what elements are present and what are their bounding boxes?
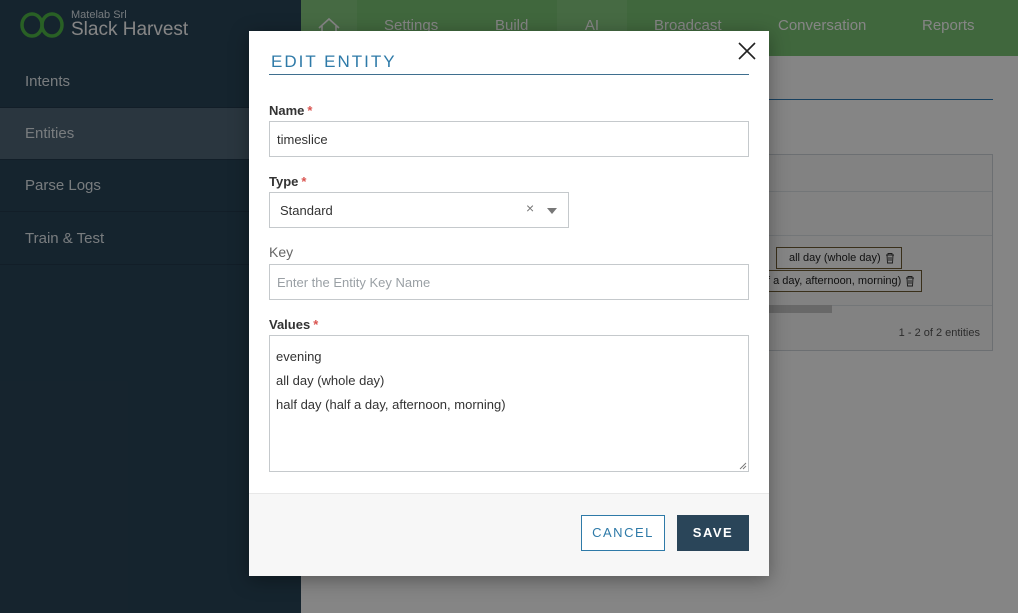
value-line: all day (whole day) xyxy=(276,373,385,388)
required-marker: * xyxy=(301,174,307,189)
save-button[interactable]: SAVE xyxy=(677,515,749,551)
required-marker: * xyxy=(307,103,313,118)
key-label: Key xyxy=(269,244,294,260)
type-label-text: Type xyxy=(269,174,299,189)
name-label-text: Name xyxy=(269,103,305,118)
cancel-button[interactable]: CANCEL xyxy=(581,515,665,551)
name-input[interactable] xyxy=(269,121,749,157)
edit-entity-dialog: EDIT ENTITY Name* Type* Standard × Key V… xyxy=(249,31,769,576)
title-divider xyxy=(269,74,749,75)
type-select[interactable]: Standard × xyxy=(269,192,569,228)
dialog-title: EDIT ENTITY xyxy=(271,52,397,71)
dialog-footer: CANCEL SAVE xyxy=(249,493,769,576)
value-line: evening xyxy=(276,349,322,364)
type-label: Type * xyxy=(269,174,306,189)
name-label: Name * xyxy=(269,103,312,118)
value-line: half day (half a day, afternoon, morning… xyxy=(276,397,506,412)
type-select-value: Standard xyxy=(280,203,333,218)
values-label: Values * xyxy=(269,317,318,332)
values-textarea[interactable]: evening all day (whole day) half day (ha… xyxy=(269,335,749,472)
values-label-text: Values xyxy=(269,317,311,332)
resize-grip-icon[interactable] xyxy=(739,462,747,470)
key-input[interactable] xyxy=(269,264,749,300)
required-marker: * xyxy=(313,317,319,332)
close-icon[interactable] xyxy=(736,40,758,62)
clear-icon[interactable]: × xyxy=(526,200,534,216)
chevron-down-icon[interactable] xyxy=(547,208,557,214)
